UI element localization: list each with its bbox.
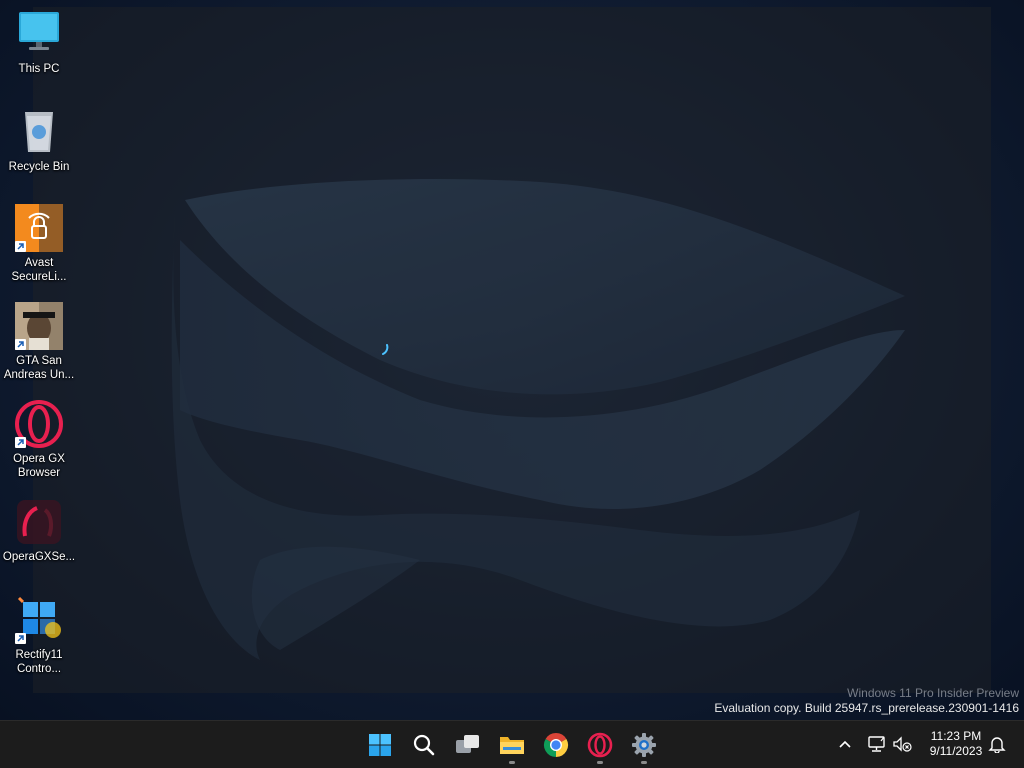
chevron-up-icon: [839, 740, 851, 748]
clock[interactable]: 11:23 PM 9/11/2023: [920, 729, 992, 759]
desktop-icon-label: GTA San Andreas Un...: [3, 355, 75, 381]
search-icon: [413, 734, 435, 756]
show-hidden-icons-button[interactable]: [834, 733, 856, 755]
desktop-icon-avast-secureline[interactable]: Avast SecureLi...: [0, 204, 78, 284]
rectify11-control-icon: [15, 596, 63, 644]
notification-bell-icon: [988, 737, 1006, 753]
desktop-icon-label: Recycle Bin: [8, 161, 70, 173]
opera-gx-button[interactable]: [583, 728, 617, 764]
opera-gx-icon: [15, 400, 63, 448]
evaluation-watermark: Windows 11 Pro Insider Preview Evaluatio…: [714, 686, 1019, 716]
volume-muted-icon: [893, 736, 912, 752]
opera-icon: [587, 732, 613, 758]
network-icon: [868, 736, 885, 752]
start-button[interactable]: [363, 728, 397, 762]
settings-button[interactable]: [627, 728, 661, 764]
taskbar: 11:23 PM 9/11/2023: [0, 720, 1024, 768]
shortcut-arrow-icon: [15, 633, 26, 644]
volume-button[interactable]: [891, 733, 913, 755]
desktop-icon-recycle-bin[interactable]: Recycle Bin: [0, 108, 78, 174]
file-explorer-button[interactable]: [495, 728, 529, 764]
desktop-icon-rectify11-control[interactable]: Rectify11 Contro...: [0, 596, 78, 676]
gear-icon: [632, 733, 656, 757]
desktop-icon-opera-gx-browser[interactable]: Opera GX Browser: [0, 400, 78, 480]
avast-secureline-icon: [15, 204, 63, 252]
desktop-icon-gta-san-andreas[interactable]: GTA San Andreas Un...: [0, 302, 78, 382]
desktop-icon-label: Rectify11 Contro...: [15, 649, 63, 675]
clock-time: 11:23 PM: [930, 729, 982, 743]
notifications-button[interactable]: [986, 733, 1008, 755]
desktop-icon-label: OperaGXSe...: [2, 551, 76, 563]
recycle-bin-icon: [15, 108, 63, 156]
running-indicator: [597, 761, 603, 764]
search-button[interactable]: [407, 728, 441, 762]
watermark-edition: Windows 11 Pro Insider Preview: [847, 686, 1019, 700]
task-view-icon: [456, 735, 479, 753]
clock-date: 9/11/2023: [929, 744, 983, 758]
windows-logo-icon: [369, 734, 391, 756]
opera-gx-setup-icon: [15, 498, 63, 546]
loading-overlay: [33, 7, 991, 693]
running-indicator: [641, 761, 647, 764]
loading-spinner-icon: [382, 344, 389, 355]
folder-icon: [500, 737, 524, 754]
chrome-icon: [543, 733, 569, 757]
shortcut-arrow-icon: [15, 437, 26, 448]
task-view-button[interactable]: [451, 728, 485, 762]
shortcut-arrow-icon: [15, 241, 26, 252]
watermark-build: Evaluation copy. Build 25947.rs_prerelea…: [714, 701, 1019, 715]
desktop-icon-label: Avast SecureLi...: [11, 257, 67, 283]
desktop[interactable]: This PC Recycle Bin Avast SecureLi... GT…: [0, 0, 1024, 720]
running-indicator: [509, 761, 515, 764]
desktop-icon-this-pc[interactable]: This PC: [0, 10, 78, 76]
gta-san-andreas-icon: [15, 302, 63, 350]
monitor-icon: [15, 10, 63, 58]
network-button[interactable]: [866, 733, 888, 755]
shortcut-arrow-icon: [15, 339, 26, 350]
desktop-icon-opera-gx-setup[interactable]: OperaGXSe...: [0, 498, 78, 564]
desktop-icon-label: This PC: [18, 63, 60, 75]
chrome-button[interactable]: [539, 728, 573, 762]
desktop-icon-label: Opera GX Browser: [13, 453, 65, 479]
